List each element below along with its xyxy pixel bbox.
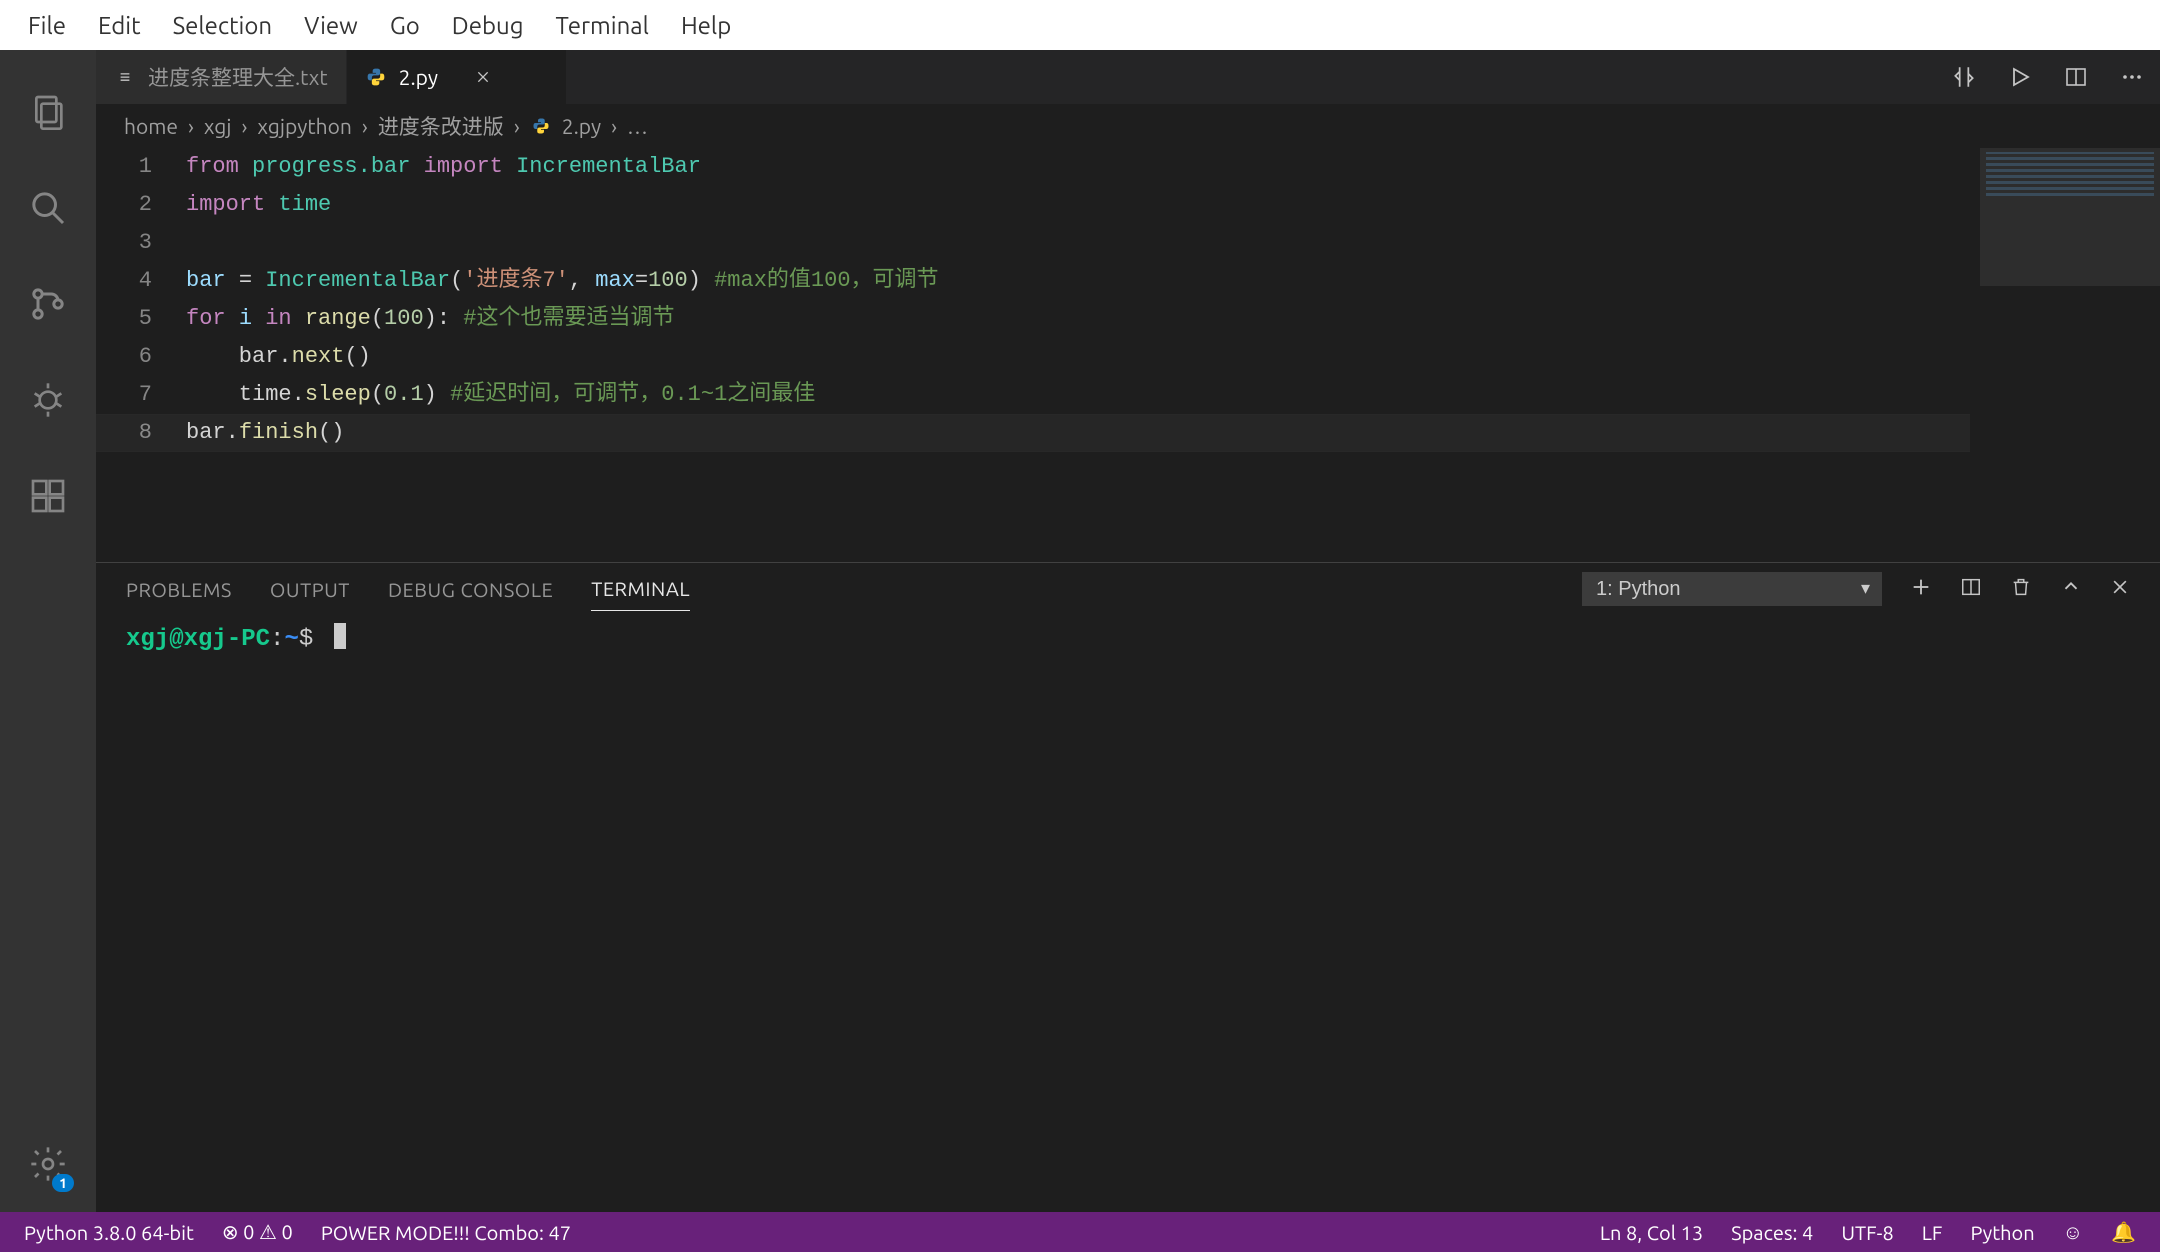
code-editor[interactable]: 12345678 from progress.bar import Increm… bbox=[96, 148, 2160, 562]
panel-tab-output[interactable]: OUTPUT bbox=[270, 568, 350, 611]
menu-selection[interactable]: Selection bbox=[157, 6, 289, 45]
chevron-right-icon: › bbox=[242, 114, 248, 138]
compare-changes-icon[interactable] bbox=[1948, 61, 1980, 93]
menu-bar: FileEditSelectionViewGoDebugTerminalHelp bbox=[0, 0, 2160, 50]
editor-area: ≡ 进度条整理大全.txt 2.py home › xgj › xgjpython › 进度条改… bbox=[96, 50, 2160, 1212]
panel-tabs: PROBLEMS OUTPUT DEBUG CONSOLE TERMINAL 1: P… bbox=[96, 563, 2160, 615]
editor-tab[interactable]: 2.py bbox=[347, 50, 567, 104]
editor-tab[interactable]: ≡ 进度条整理大全.txt bbox=[96, 50, 347, 104]
python-file-icon bbox=[530, 115, 552, 137]
run-icon[interactable] bbox=[2004, 61, 2036, 93]
menu-terminal[interactable]: Terminal bbox=[540, 6, 665, 45]
text-file-icon: ≡ bbox=[114, 66, 136, 88]
extensions-icon[interactable] bbox=[0, 448, 96, 544]
menu-help[interactable]: Help bbox=[665, 6, 747, 45]
explorer-icon[interactable] bbox=[0, 64, 96, 160]
status-indentation[interactable]: Spaces: 4 bbox=[1731, 1221, 1813, 1244]
status-cursor-position[interactable]: Ln 8, Col 13 bbox=[1600, 1221, 1703, 1244]
panel-tab-debug-console[interactable]: DEBUG CONSOLE bbox=[388, 568, 553, 611]
status-encoding[interactable]: UTF-8 bbox=[1841, 1221, 1893, 1244]
code-line[interactable]: bar = IncrementalBar('进度条7', max=100) #m… bbox=[186, 262, 2160, 300]
breadcrumbs[interactable]: home › xgj › xgjpython › 进度条改进版 › 2.py › … bbox=[96, 104, 2160, 148]
menu-edit[interactable]: Edit bbox=[82, 6, 157, 45]
breadcrumb-segment[interactable]: xgjpython bbox=[257, 114, 351, 138]
tab-label: 进度条整理大全.txt bbox=[148, 62, 328, 92]
terminal-dollar: $ bbox=[299, 626, 313, 653]
maximize-panel-icon[interactable] bbox=[2060, 576, 2082, 602]
split-editor-icon[interactable] bbox=[2060, 61, 2092, 93]
menu-view[interactable]: View bbox=[288, 6, 374, 45]
split-terminal-icon[interactable] bbox=[1960, 576, 1982, 602]
terminal[interactable]: xgj@xgj-PC:~$ bbox=[96, 615, 2160, 1212]
line-number: 3 bbox=[96, 224, 152, 262]
status-problems[interactable]: ⊗ 0 ⚠ 0 bbox=[222, 1220, 293, 1244]
new-terminal-icon[interactable] bbox=[1910, 576, 1932, 602]
chevron-right-icon: › bbox=[611, 114, 617, 138]
code-line[interactable] bbox=[186, 224, 2160, 262]
panel-tab-terminal[interactable]: TERMINAL bbox=[591, 567, 690, 611]
code-line[interactable]: from progress.bar import IncrementalBar bbox=[186, 148, 2160, 186]
line-number: 4 bbox=[96, 262, 152, 300]
terminal-path: ~ bbox=[284, 626, 298, 653]
status-notifications-icon[interactable]: 🔔 bbox=[2111, 1220, 2136, 1244]
menu-debug[interactable]: Debug bbox=[436, 6, 540, 45]
code-text[interactable]: from progress.bar import IncrementalBari… bbox=[186, 148, 2160, 562]
breadcrumb-segment[interactable]: 2.py bbox=[562, 114, 601, 138]
panel-tab-problems[interactable]: PROBLEMS bbox=[126, 568, 232, 611]
line-number: 1 bbox=[96, 148, 152, 186]
breadcrumb-segment[interactable]: xgj bbox=[204, 114, 232, 138]
code-line[interactable]: bar.finish() bbox=[186, 414, 2160, 452]
chevron-right-icon: › bbox=[188, 114, 194, 138]
status-power-mode[interactable]: POWER MODE!!! Combo: 47 bbox=[321, 1221, 571, 1244]
code-line[interactable]: for i in range(100): #这个也需要适当调节 bbox=[186, 300, 2160, 338]
status-bar: Python 3.8.0 64-bit ⊗ 0 ⚠ 0 POWER MODE!!… bbox=[0, 1212, 2160, 1252]
debug-icon[interactable] bbox=[0, 352, 96, 448]
settings-gear-icon[interactable]: 1 bbox=[0, 1116, 96, 1212]
minimap[interactable] bbox=[1980, 148, 2160, 562]
line-number-gutter: 12345678 bbox=[96, 148, 186, 562]
close-tab-icon[interactable] bbox=[472, 66, 494, 88]
chevron-right-icon: › bbox=[514, 114, 520, 138]
code-line[interactable]: time.sleep(0.1) #延迟时间，可调节，0.1~1之间最佳 bbox=[186, 376, 2160, 414]
more-actions-icon[interactable] bbox=[2116, 61, 2148, 93]
terminal-user: xgj@xgj-PC bbox=[126, 626, 270, 653]
menu-file[interactable]: File bbox=[12, 6, 82, 45]
editor-tabs: ≡ 进度条整理大全.txt 2.py bbox=[96, 50, 2160, 104]
line-number: 5 bbox=[96, 300, 152, 338]
line-number: 2 bbox=[96, 186, 152, 224]
code-line[interactable]: import time bbox=[186, 186, 2160, 224]
line-number: 7 bbox=[96, 376, 152, 414]
code-line[interactable]: bar.next() bbox=[186, 338, 2160, 376]
settings-badge: 1 bbox=[52, 1174, 74, 1192]
breadcrumb-segment[interactable]: home bbox=[124, 114, 178, 138]
close-panel-icon[interactable] bbox=[2110, 577, 2130, 601]
kill-terminal-icon[interactable] bbox=[2010, 576, 2032, 602]
menu-go[interactable]: Go bbox=[374, 6, 436, 45]
breadcrumb-segment[interactable]: 进度条改进版 bbox=[378, 111, 504, 141]
search-icon[interactable] bbox=[0, 160, 96, 256]
status-feedback-icon[interactable]: ☺ bbox=[2063, 1220, 2083, 1245]
status-eol[interactable]: LF bbox=[1922, 1221, 1943, 1244]
status-language[interactable]: Python bbox=[1970, 1221, 2034, 1244]
activity-bar: 1 bbox=[0, 50, 96, 1212]
python-file-icon bbox=[365, 66, 387, 88]
terminal-cursor bbox=[334, 623, 346, 649]
main-area: 1 ≡进度条整理大全.txt2.py home›xgj›xgjpyt bbox=[0, 50, 2160, 1212]
chevron-right-icon: › bbox=[362, 114, 368, 138]
source-control-icon[interactable] bbox=[0, 256, 96, 352]
bottom-panel: PROBLEMS OUTPUT DEBUG CONSOLE TERMINAL 1: P… bbox=[96, 562, 2160, 1212]
breadcrumb-segment[interactable]: … bbox=[627, 114, 648, 138]
line-number: 6 bbox=[96, 338, 152, 376]
terminal-select[interactable]: 1: Python bbox=[1582, 572, 1882, 606]
status-python-version[interactable]: Python 3.8.0 64-bit bbox=[24, 1221, 194, 1244]
editor-actions bbox=[1948, 50, 2160, 104]
tab-label: 2.py bbox=[399, 65, 438, 89]
